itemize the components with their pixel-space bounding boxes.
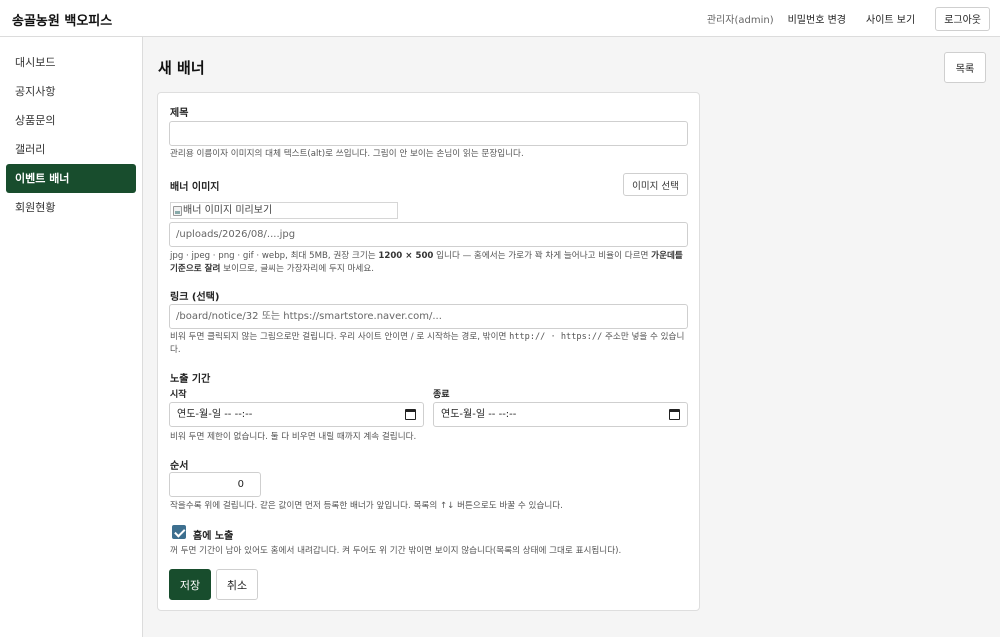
start-datetime-input[interactable]: 연도-월-일 -- --:-- bbox=[169, 402, 424, 427]
sidebar-item-members[interactable]: 회원현황 bbox=[6, 193, 136, 222]
banner-image-preview: 배너 이미지 미리보기 bbox=[170, 202, 398, 219]
link-hint-text-1: 비워 두면 클릭되지 않는 그림으로만 걸립니다. 우리 사이트 안이면 / 로… bbox=[170, 332, 510, 342]
title-label: 제목 bbox=[170, 108, 189, 119]
page-title: 새 배너 bbox=[158, 59, 205, 77]
preview-alt-text: 배너 이미지 미리보기 bbox=[183, 205, 273, 216]
title-hint: 관리용 이름이자 이미지의 대체 텍스트(alt)로 쓰입니다. 그림이 안 보… bbox=[170, 149, 524, 159]
image-hint-size: 1200 × 500 bbox=[378, 251, 434, 261]
save-button[interactable]: 저장 bbox=[169, 569, 211, 600]
link-label: 링크 (선택) bbox=[170, 292, 220, 303]
list-button[interactable]: 목록 bbox=[944, 52, 986, 83]
link-input[interactable] bbox=[169, 304, 688, 329]
link-hint-code: http:// · https:// bbox=[509, 332, 603, 342]
broken-image-icon bbox=[173, 205, 182, 216]
image-hint-text-3: 보이므로, 글씨는 가장자리에 두지 마세요. bbox=[220, 264, 374, 274]
image-select-button[interactable]: 이미지 선택 bbox=[623, 173, 688, 196]
order-input[interactable]: 0 bbox=[169, 472, 261, 497]
calendar-icon[interactable] bbox=[669, 409, 680, 420]
sidebar-item-notices[interactable]: 공지사항 bbox=[6, 77, 136, 106]
brand-title[interactable]: 송골농원 백오피스 bbox=[12, 10, 112, 29]
start-label: 시작 bbox=[170, 390, 187, 400]
start-datetime-value: 연도-월-일 -- --:-- bbox=[177, 409, 253, 420]
title-input[interactable] bbox=[169, 121, 688, 146]
banner-image-label: 배너 이미지 bbox=[170, 182, 220, 193]
end-datetime-input[interactable]: 연도-월-일 -- --:-- bbox=[433, 402, 688, 427]
link-hint: 비워 두면 클릭되지 않는 그림으로만 걸립니다. 우리 사이트 안이면 / 로… bbox=[170, 331, 690, 357]
order-label: 순서 bbox=[170, 461, 189, 472]
period-hint: 비워 두면 제한이 없습니다. 둘 다 비우면 내릴 때까지 계속 걸립니다. bbox=[170, 432, 417, 442]
end-datetime-value: 연도-월-일 -- --:-- bbox=[441, 409, 517, 420]
sidebar: 대시보드 공지사항 상품문의 갤러리 이벤트 배너 회원현황 bbox=[0, 37, 143, 637]
end-label: 종료 bbox=[433, 390, 450, 400]
order-hint: 작을수록 위에 걸립니다. 같은 값이면 먼저 등록한 배너가 앞입니다. 목록… bbox=[170, 501, 563, 511]
period-label: 노출 기간 bbox=[170, 374, 211, 385]
home-exposure-hint: 꺼 두면 기간이 남아 있어도 홈에서 내려갑니다. 켜 두어도 위 기간 밖이… bbox=[170, 546, 622, 556]
order-value: 0 bbox=[237, 479, 244, 490]
image-path-input[interactable] bbox=[169, 222, 688, 247]
calendar-icon[interactable] bbox=[405, 409, 416, 420]
logout-button[interactable]: 로그아웃 bbox=[935, 6, 990, 31]
home-exposure-label[interactable]: 홈에 노출 bbox=[193, 527, 233, 542]
image-hint: jpg · jpeg · png · gif · webp, 최대 5MB, 권… bbox=[170, 250, 688, 276]
sidebar-item-product-inquiries[interactable]: 상품문의 bbox=[6, 106, 136, 135]
admin-user-label: 관리자(admin) bbox=[706, 15, 774, 26]
image-hint-text-1: jpg · jpeg · png · gif · webp, 최대 5MB, 권… bbox=[170, 251, 379, 261]
top-nav: 관리자(admin) 비밀번호 변경 사이트 보기 로그아웃 bbox=[707, 6, 990, 31]
view-site-link[interactable]: 사이트 보기 bbox=[866, 11, 915, 26]
top-bar: 송골농원 백오피스 관리자(admin) 비밀번호 변경 사이트 보기 로그아웃 bbox=[0, 0, 1000, 37]
image-hint-text-2: 입니다 — 홈에서는 가로가 꽉 차게 늘어나고 비율이 다르면 bbox=[433, 251, 652, 261]
home-exposure-checkbox[interactable] bbox=[172, 525, 186, 539]
sidebar-item-event-banners[interactable]: 이벤트 배너 bbox=[6, 164, 136, 193]
cancel-button[interactable]: 취소 bbox=[216, 569, 258, 600]
change-password-link[interactable]: 비밀번호 변경 bbox=[788, 11, 846, 26]
sidebar-item-dashboard[interactable]: 대시보드 bbox=[6, 48, 136, 77]
sidebar-item-gallery[interactable]: 갤러리 bbox=[6, 135, 136, 164]
